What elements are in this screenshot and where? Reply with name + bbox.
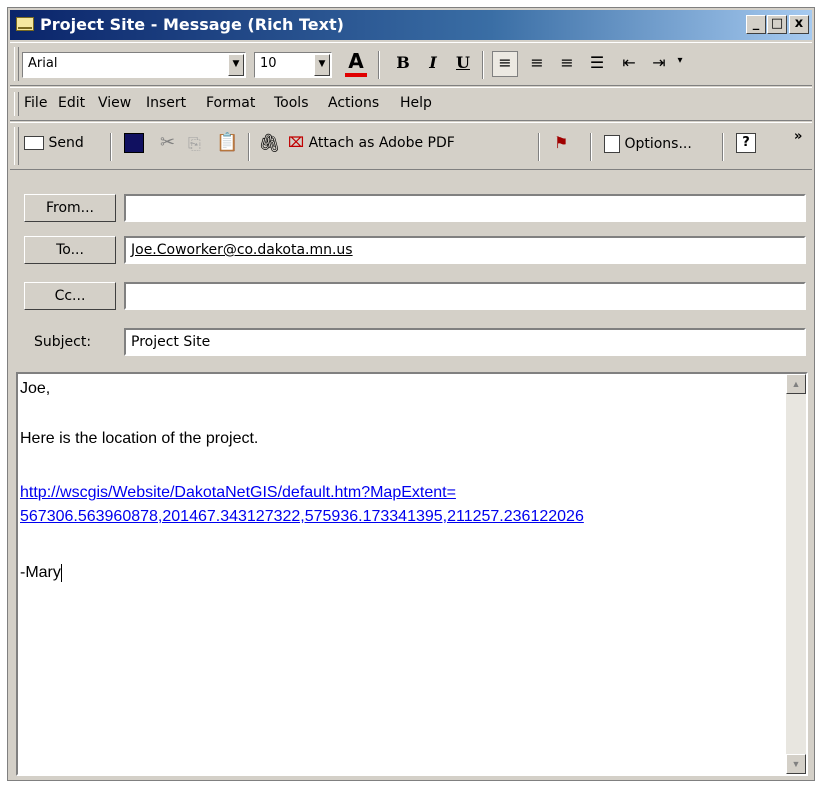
maximize-button[interactable]: □ (767, 15, 787, 34)
menu-bar: File Edit View Insert Format Tools Actio… (10, 87, 812, 121)
more-chevron-icon[interactable]: » (794, 129, 802, 144)
menu-view[interactable]: View (98, 95, 131, 111)
cc-button[interactable]: Cc... (24, 282, 116, 310)
toolbar-grip[interactable] (14, 127, 19, 165)
scroll-down-icon[interactable]: ▼ (786, 754, 806, 774)
align-right-icon[interactable]: ≡ (554, 51, 580, 75)
send-button[interactable]: Send (24, 135, 84, 151)
title-bar[interactable]: Project Site - Message (Rich Text) _ □ x (10, 10, 812, 40)
font-color-letter: A (348, 49, 364, 73)
bold-button[interactable]: B (392, 53, 414, 72)
paste-icon[interactable]: 📋 (216, 132, 238, 153)
align-center-icon[interactable]: ≡ (524, 51, 550, 75)
menu-file[interactable]: File (24, 95, 47, 111)
send-icon (24, 136, 44, 150)
to-recipient[interactable]: Joe.Coworker@co.dakota.mn.us (131, 242, 353, 258)
toolbar-options-chevron-icon[interactable]: ▾ (674, 55, 686, 66)
toolbar-separator (248, 133, 250, 161)
message-body[interactable]: Joe, Here is the location of the project… (16, 372, 808, 776)
toolbar-separator (378, 51, 380, 79)
options-button[interactable]: Options... (604, 135, 692, 153)
increase-indent-icon[interactable]: ⇥ (646, 51, 672, 75)
toolbar-separator (538, 133, 540, 161)
from-field[interactable] (124, 194, 806, 222)
to-field[interactable]: Joe.Coworker@co.dakota.mn.us (124, 236, 806, 264)
formatting-toolbar: Arial ▼ 10 ▼ A B I U ≡ ≡ ≡ ☰ ⇤ ⇥ ▾ (10, 42, 812, 86)
italic-button[interactable]: I (422, 53, 444, 72)
map-link-line2[interactable]: 567306.563960878,201467.343127322,575936… (20, 508, 584, 526)
close-button[interactable]: x (789, 15, 809, 34)
message-window: Project Site - Message (Rich Text) _ □ x… (7, 7, 815, 781)
to-button-label: To... (56, 242, 84, 258)
from-button-label: From... (45, 200, 95, 216)
help-icon[interactable]: ? (736, 133, 756, 153)
from-button[interactable]: From... (24, 194, 116, 222)
map-link-line1[interactable]: http://wscgis/Website/DakotaNetGIS/defau… (20, 484, 456, 502)
font-color-button[interactable]: A (342, 49, 370, 79)
copy-icon[interactable]: ⎘ (188, 134, 201, 154)
font-size-select[interactable]: 10 ▼ (254, 52, 332, 78)
vertical-scrollbar[interactable]: ▲ ▼ (786, 374, 806, 774)
menu-tools[interactable]: Tools (274, 95, 309, 111)
toolbar-separator (110, 133, 112, 161)
standard-toolbar: Send ✂ ⎘ 📋 🖇 ⌧ Attach as Adobe PDF ⚑ Opt… (10, 122, 812, 170)
menu-format[interactable]: Format (206, 95, 255, 111)
cut-icon[interactable]: ✂ (160, 132, 175, 153)
paperclip-icon[interactable]: 🖇 (258, 133, 281, 154)
options-label: Options... (624, 136, 692, 152)
menu-help[interactable]: Help (400, 95, 432, 111)
font-size-value: 10 (260, 56, 277, 71)
subject-label: Subject: (34, 334, 92, 350)
minimize-button[interactable]: _ (746, 15, 766, 34)
scroll-up-icon[interactable]: ▲ (786, 374, 806, 394)
save-icon[interactable] (124, 133, 144, 153)
text-cursor (60, 564, 62, 582)
flag-icon[interactable]: ⚑ (554, 133, 568, 152)
menu-grip[interactable] (14, 92, 19, 116)
toolbar-grip[interactable] (14, 47, 19, 81)
decrease-indent-icon[interactable]: ⇤ (616, 51, 642, 75)
underline-button[interactable]: U (452, 53, 474, 72)
font-name-select[interactable]: Arial ▼ (22, 52, 246, 78)
options-icon (604, 135, 620, 153)
toolbar-separator (482, 51, 484, 79)
window-title: Project Site - Message (Rich Text) (40, 15, 344, 34)
cc-field[interactable] (124, 282, 806, 310)
attach-pdf-button[interactable]: ⌧ Attach as Adobe PDF (288, 135, 455, 151)
signature-text: -Mary (20, 564, 61, 582)
align-left-icon[interactable]: ≡ (492, 51, 518, 77)
font-name-value: Arial (28, 56, 58, 71)
chevron-down-icon[interactable]: ▼ (228, 54, 244, 76)
font-color-swatch (345, 73, 367, 77)
signature-line: -Mary (20, 564, 62, 582)
bullets-icon[interactable]: ☰ (584, 51, 610, 75)
toolbar-separator (722, 133, 724, 161)
to-button[interactable]: To... (24, 236, 116, 264)
chevron-down-icon[interactable]: ▼ (314, 54, 330, 76)
attach-pdf-label: Attach as Adobe PDF (308, 135, 455, 151)
body-line: Here is the location of the project. (20, 430, 259, 447)
pdf-icon: ⌧ (288, 135, 305, 151)
menu-edit[interactable]: Edit (58, 95, 85, 111)
envelope-icon (16, 17, 34, 31)
greeting-line: Joe, (20, 380, 51, 397)
subject-field[interactable]: Project Site (124, 328, 806, 356)
send-label: Send (48, 135, 84, 151)
cc-button-label: Cc... (54, 288, 86, 304)
toolbar-separator (590, 133, 592, 161)
menu-insert[interactable]: Insert (146, 95, 186, 111)
menu-actions[interactable]: Actions (328, 95, 379, 111)
